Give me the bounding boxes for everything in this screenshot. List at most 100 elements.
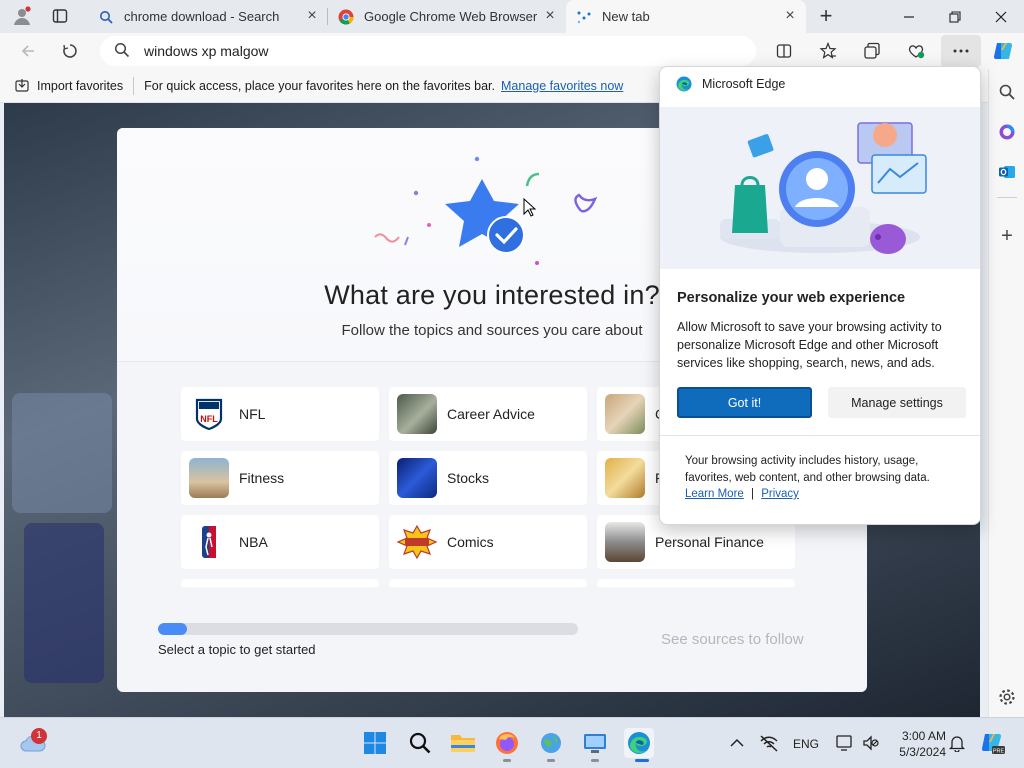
favorites-icon[interactable]	[814, 37, 842, 65]
outlook-icon[interactable]	[993, 158, 1021, 186]
finance-photo-icon	[605, 522, 645, 562]
settings-and-more-button[interactable]	[941, 35, 981, 67]
control-panel-icon[interactable]	[580, 728, 610, 758]
nfl-logo-icon: NFL	[189, 394, 229, 434]
link-separator: |	[751, 488, 755, 500]
topic-fitness[interactable]: Fitness	[181, 451, 379, 505]
nba-logo-icon	[189, 522, 229, 562]
close-tab-icon[interactable]: ×	[304, 8, 320, 24]
start-button[interactable]	[360, 728, 390, 758]
topic-career-advice[interactable]: Career Advice	[389, 387, 587, 441]
topic-comics[interactable]: Comics	[389, 515, 587, 569]
system-clock[interactable]: 3:00 AM 5/3/2024	[884, 728, 946, 760]
new-tab-button[interactable]: +	[812, 2, 840, 30]
topic-label: NBA	[239, 534, 268, 550]
learn-more-link[interactable]: Learn More	[685, 488, 744, 500]
back-button[interactable]	[14, 37, 42, 65]
copilot-preview-icon[interactable]: PRE	[978, 728, 1008, 758]
edge-logo-icon	[676, 76, 692, 92]
notification-badge: 1	[31, 728, 47, 744]
sidebar-settings-icon[interactable]	[993, 683, 1021, 711]
show-hidden-icons-button[interactable]	[722, 728, 752, 758]
firefox-icon[interactable]	[492, 728, 522, 758]
progress-text: Select a topic to get started	[158, 642, 316, 657]
stocks-photo-icon	[397, 458, 437, 498]
background-blur	[12, 393, 112, 513]
collections-icon[interactable]	[858, 37, 886, 65]
topic-nba[interactable]: NBA	[181, 515, 379, 569]
popup-header: Microsoft Edge	[676, 76, 785, 92]
edge-sidebar: +	[988, 69, 1024, 717]
minimize-button[interactable]	[886, 0, 932, 33]
topic-tile-partial	[597, 579, 795, 587]
address-input-value[interactable]: windows xp malgow	[144, 43, 269, 59]
toolbar: windows xp malgow	[0, 33, 1024, 69]
sidebar-divider	[997, 197, 1017, 198]
popup-heading: Personalize your web experience	[677, 290, 906, 306]
topic-label: Comics	[447, 534, 494, 550]
running-indicator	[547, 759, 555, 762]
tab-strip: chrome download - Search × Google Chrome…	[0, 0, 1024, 33]
microsoft-365-icon[interactable]	[993, 118, 1021, 146]
new-tab-icon	[576, 9, 592, 25]
taskbar-search-icon[interactable]	[405, 728, 435, 758]
tab-chrome[interactable]: Google Chrome Web Browser ×	[328, 0, 566, 33]
topic-stocks[interactable]: Stocks	[389, 451, 587, 505]
search-icon	[114, 42, 130, 61]
close-tab-icon[interactable]: ×	[782, 8, 798, 24]
got-it-button[interactable]: Got it!	[677, 387, 812, 418]
browser-essentials-icon[interactable]	[902, 37, 930, 65]
tab-title: chrome download - Search	[124, 9, 280, 24]
personalize-popup: Microsoft Edge Personalize your web expe…	[659, 66, 981, 525]
import-favorites-label: Import favorites	[37, 78, 124, 93]
import-favorites-button[interactable]: Import favorites	[14, 78, 123, 94]
topic-nfl[interactable]: NFL NFL	[181, 387, 379, 441]
language-indicator[interactable]: ENG	[793, 718, 819, 768]
close-tab-icon[interactable]: ×	[542, 8, 558, 24]
popup-body: Allow Microsoft to save your browsing ac…	[677, 320, 942, 370]
file-explorer-icon[interactable]	[448, 728, 478, 758]
topic-label: Fitness	[239, 470, 285, 486]
popup-divider	[660, 435, 980, 436]
favorites-divider	[133, 76, 135, 95]
close-window-button[interactable]	[978, 0, 1024, 33]
personalize-illustration	[660, 107, 980, 269]
manage-favorites-link[interactable]: Manage favorites now	[501, 79, 623, 93]
topic-photo-icon	[605, 394, 645, 434]
network-icon[interactable]	[754, 728, 784, 758]
topic-photo-icon	[605, 458, 645, 498]
manage-settings-button[interactable]: Manage settings	[828, 387, 966, 418]
career-photo-icon	[397, 394, 437, 434]
clock-date: 5/3/2024	[899, 745, 946, 759]
topic-label: Personal Finance	[655, 534, 764, 550]
fitness-photo-icon	[189, 458, 229, 498]
app-globe-icon[interactable]	[536, 728, 566, 758]
copilot-icon[interactable]	[989, 37, 1017, 65]
tab-search[interactable]: chrome download - Search ×	[88, 0, 328, 33]
search-icon	[98, 9, 114, 25]
taskbar: 1 ENG 3:00 AM 5/3/2024 PRE	[0, 717, 1024, 768]
see-sources-button[interactable]: See sources to follow	[661, 631, 804, 648]
notifications-bell-icon[interactable]	[942, 728, 972, 758]
add-sidebar-app-button[interactable]: +	[993, 222, 1021, 250]
tab-new-tab[interactable]: New tab ×	[566, 0, 806, 33]
progress-fill	[158, 623, 188, 635]
profile-icon[interactable]	[8, 2, 36, 30]
mouse-cursor-icon	[523, 198, 537, 217]
popup-footer: Your browsing activity includes history,…	[685, 453, 965, 503]
split-screen-icon[interactable]	[770, 37, 798, 65]
svg-text:NFL: NFL	[200, 414, 218, 424]
restore-button[interactable]	[932, 0, 978, 33]
tab-actions-icon[interactable]	[46, 2, 74, 30]
privacy-link[interactable]: Privacy	[761, 488, 799, 500]
topic-label: Career Advice	[447, 406, 535, 422]
address-bar[interactable]: windows xp malgow	[100, 36, 756, 66]
active-indicator	[635, 759, 649, 762]
topic-label: NFL	[239, 406, 266, 422]
loading-spinner-icon[interactable]	[56, 37, 84, 65]
edge-taskbar-icon[interactable]	[624, 728, 654, 758]
running-indicator	[503, 759, 511, 762]
topic-label: Stocks	[447, 470, 490, 486]
volume-icon[interactable]	[856, 728, 886, 758]
search-icon[interactable]	[993, 78, 1021, 106]
